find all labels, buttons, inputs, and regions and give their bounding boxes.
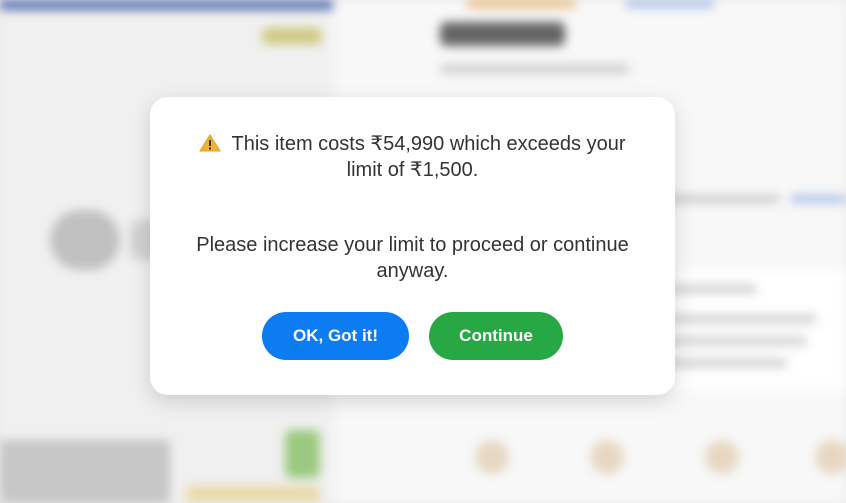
increase-limit-message: Please increase your limit to proceed or…	[196, 234, 629, 282]
ok-got-it-button[interactable]: OK, Got it!	[262, 312, 409, 360]
warning-icon	[199, 134, 222, 152]
continue-button[interactable]: Continue	[429, 312, 563, 360]
limit-warning-message: This item costs ₹54,990 which exceeds yo…	[190, 131, 635, 183]
warning-text: This item costs ₹54,990 which exceeds yo…	[231, 133, 626, 181]
limit-exceeded-dialog: This item costs ₹54,990 which exceeds yo…	[150, 97, 675, 395]
